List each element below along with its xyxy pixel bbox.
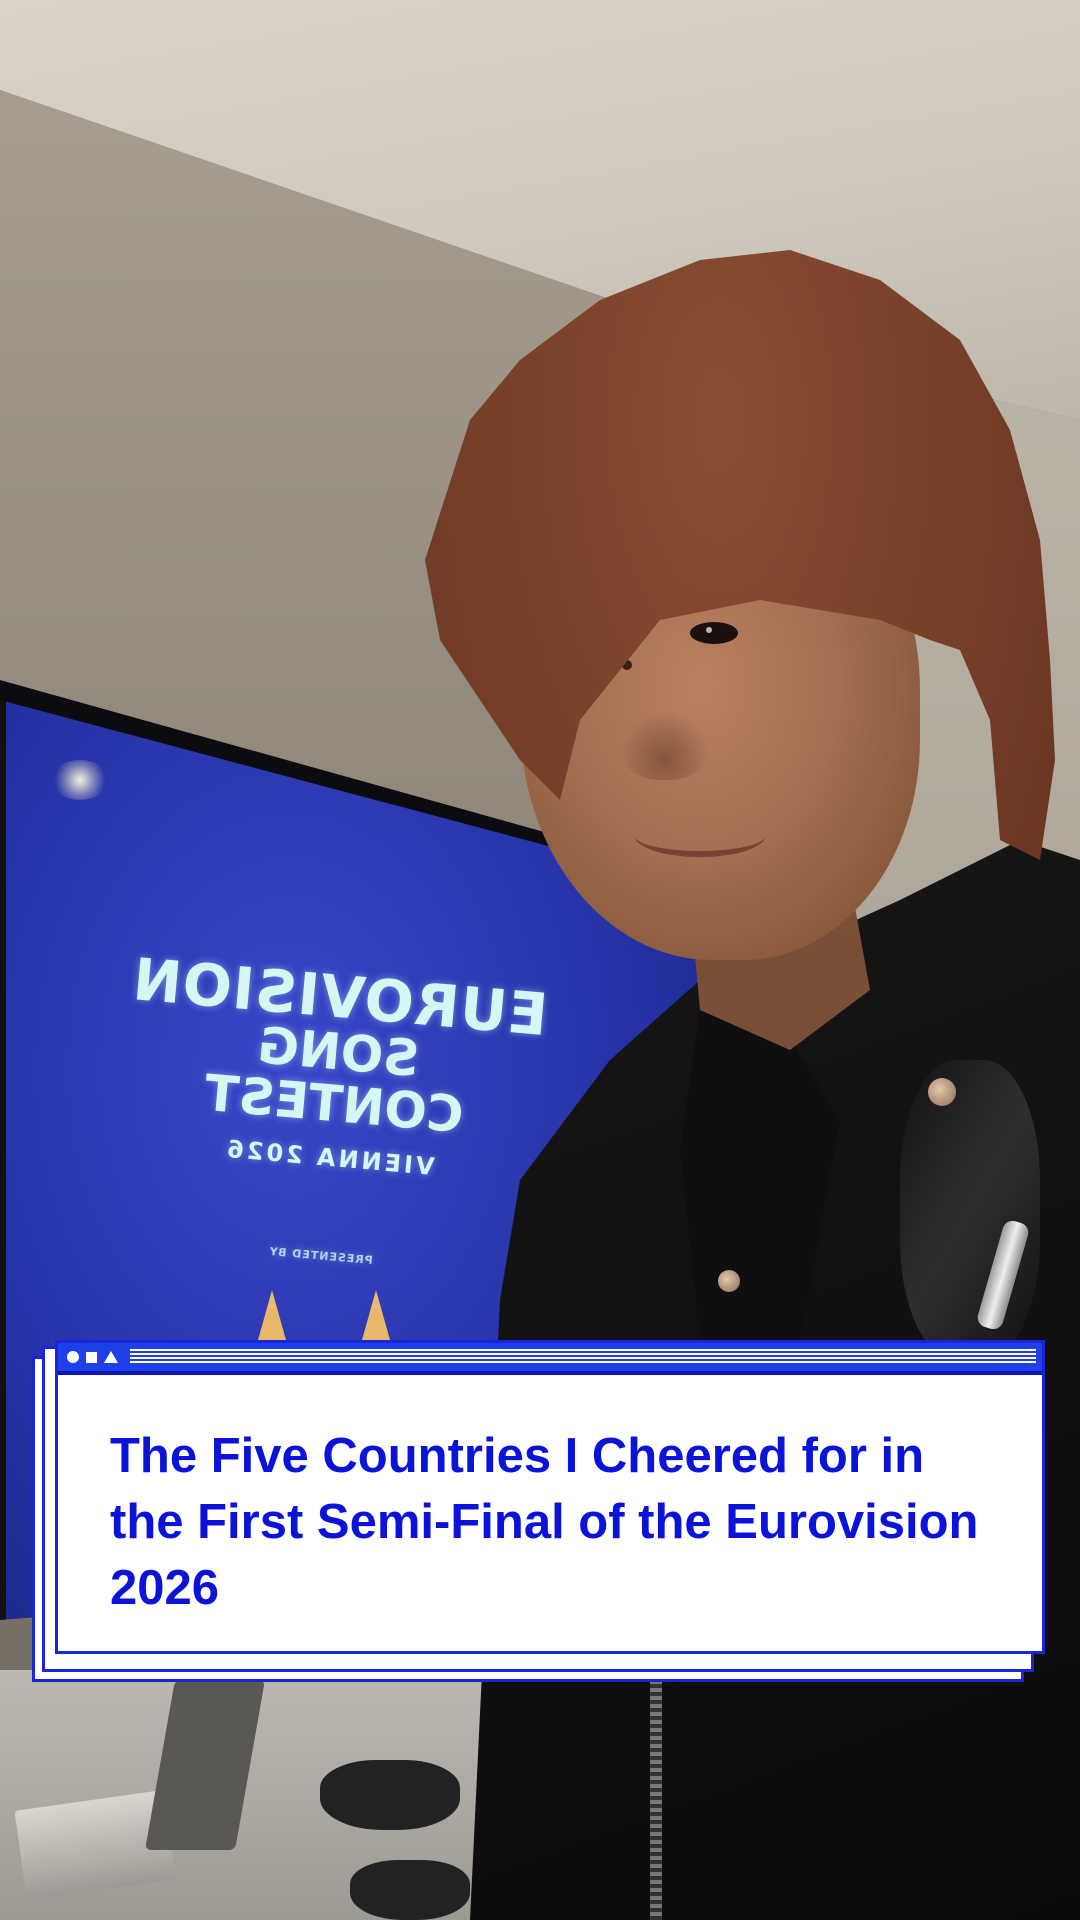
- tv-logo-shape: [362, 1290, 390, 1340]
- mouth: [635, 815, 765, 857]
- nose: [620, 710, 710, 780]
- titlebar-stripes: [130, 1349, 1036, 1365]
- zipper-track: [650, 1680, 662, 1920]
- ceiling-light-reflection: [50, 760, 110, 800]
- game-controller: [350, 1860, 470, 1920]
- caption-card: The Five Countries I Cheered for in the …: [55, 1340, 1045, 1654]
- card-body: The Five Countries I Cheered for in the …: [58, 1371, 1042, 1651]
- tv-logo-shape: [258, 1290, 286, 1340]
- eurovision-logo: EUROVISION SONG CONTEST VIENNA 2026 PRES…: [116, 945, 550, 1281]
- circle-icon: [67, 1351, 79, 1363]
- card-titlebar: [58, 1343, 1042, 1371]
- jacket-snap-button: [718, 1270, 740, 1292]
- caption-text: The Five Countries I Cheered for in the …: [110, 1429, 979, 1615]
- square-icon: [86, 1351, 97, 1363]
- triangle-icon: [104, 1351, 118, 1363]
- jacket-highlight: [900, 1060, 1040, 1360]
- right-eye: [690, 622, 738, 644]
- jacket-snap-button: [928, 1078, 956, 1106]
- game-controller: [320, 1760, 460, 1830]
